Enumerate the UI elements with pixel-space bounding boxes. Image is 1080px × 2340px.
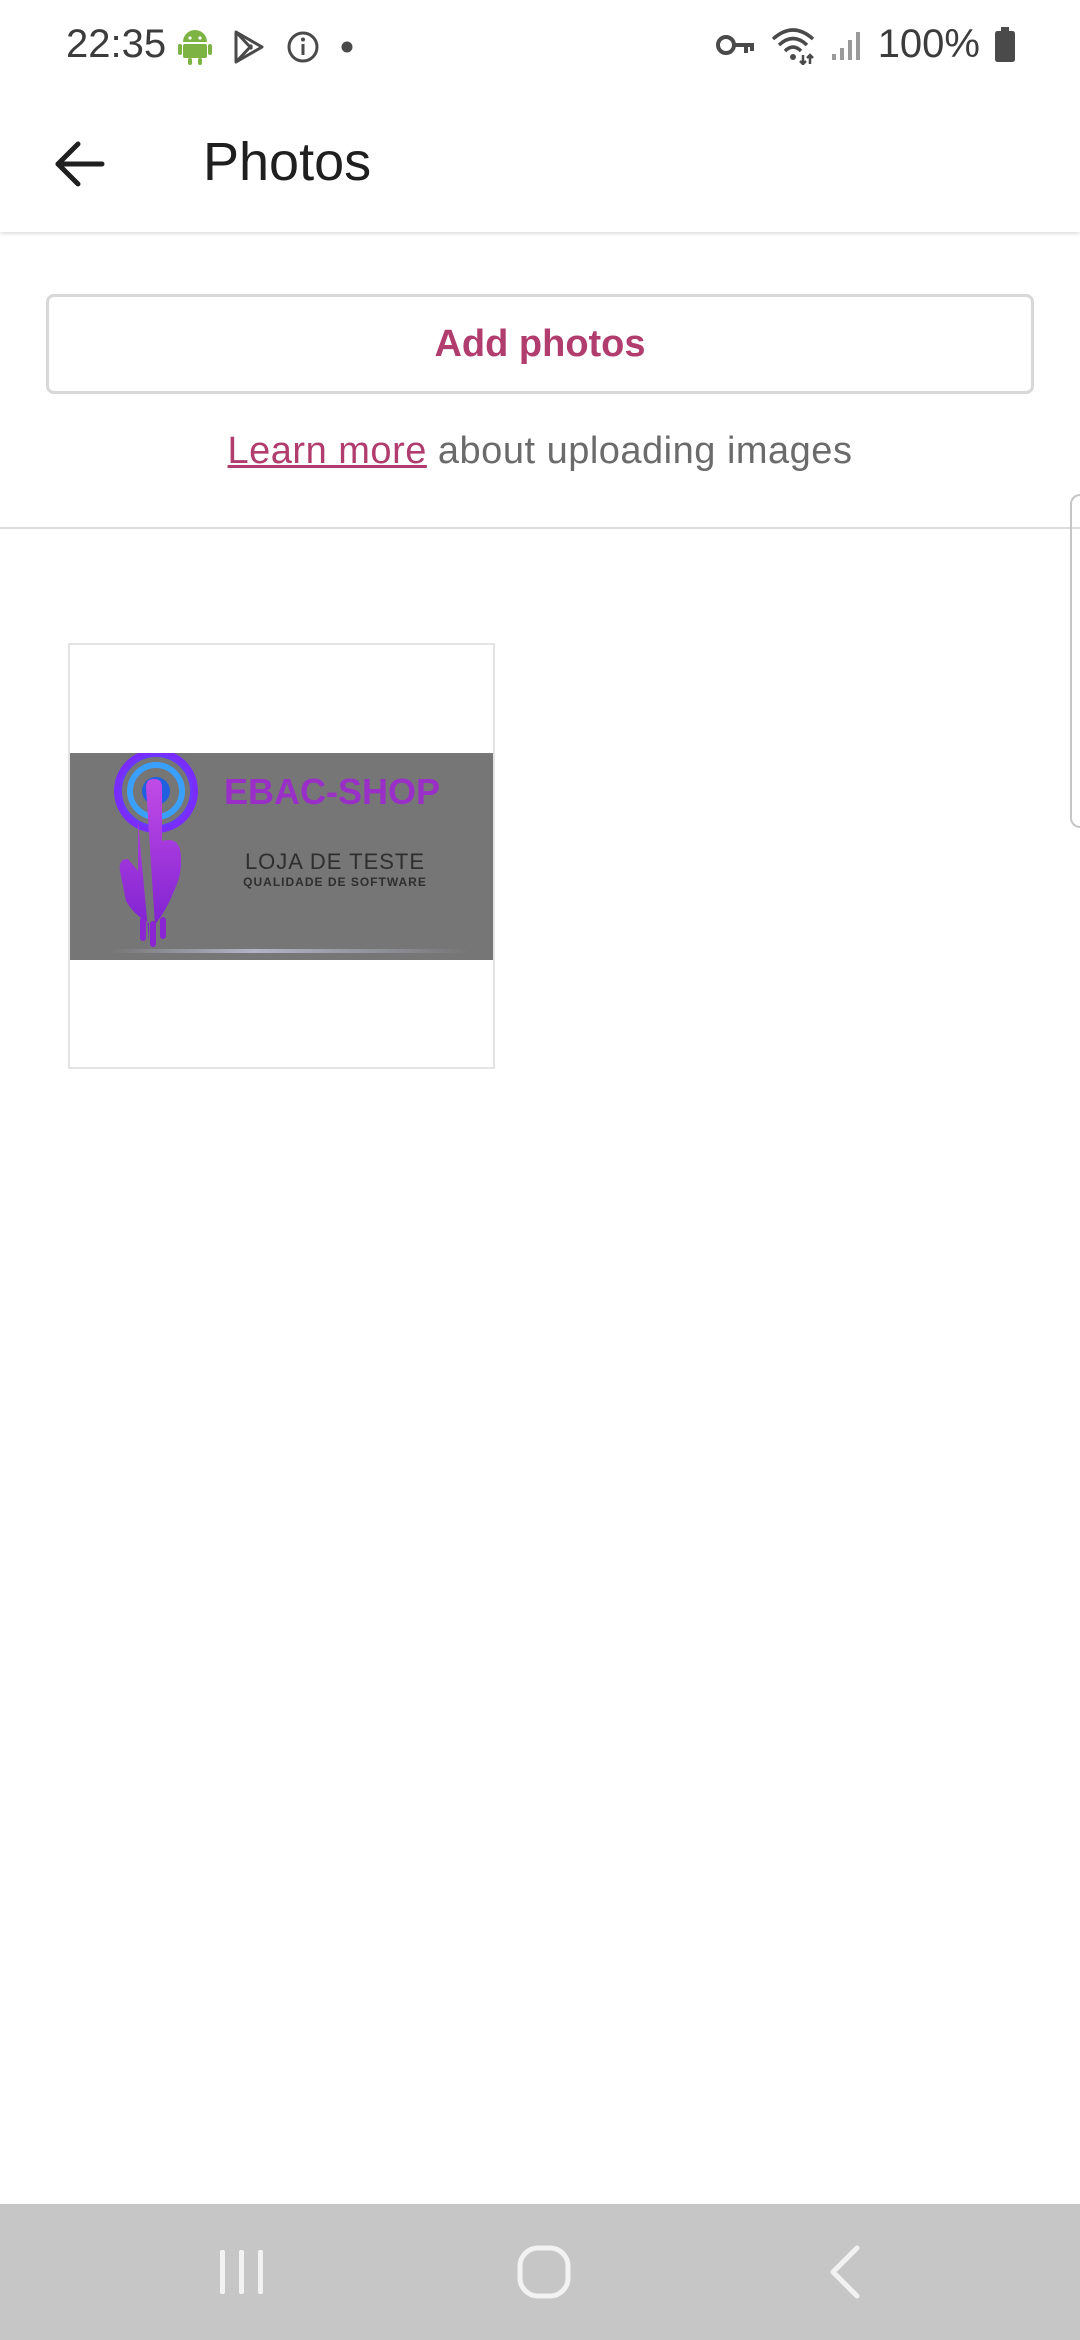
status-time: 22:35: [66, 22, 167, 66]
app-bar: Photos: [0, 96, 1080, 232]
system-nav-bar: [0, 2204, 1080, 2340]
android-icon: [178, 30, 212, 65]
info-icon: [287, 31, 319, 63]
status-bar: 22:35 100%: [0, 0, 1080, 96]
recent-apps-icon: [220, 2250, 263, 2294]
photo-thumbnail: EBAC-SHOP LOJA DE TESTE QUALIDADE DE SOF…: [70, 753, 493, 960]
vpn-key-icon: [715, 34, 754, 55]
pointing-hand-logo-icon: [114, 753, 198, 947]
cell-signal-icon: [831, 31, 860, 60]
photo-subtagline: QUALIDADE DE SOFTWARE: [243, 875, 427, 889]
status-left-icons: [178, 28, 354, 66]
photo-shine: [110, 949, 470, 953]
screen: 22:35 100% Photos Add photos Learn more …: [0, 0, 1080, 2340]
home-icon: [517, 2245, 571, 2299]
battery-percent: 100%: [877, 22, 980, 66]
learn-more-link[interactable]: Learn more: [228, 430, 427, 472]
dot-icon: [341, 41, 353, 53]
photo-brand-text: EBAC-SHOP: [224, 771, 441, 812]
arrow-back-icon: [55, 141, 105, 187]
status-right-icons: 100%: [715, 22, 1016, 67]
recent-apps-button[interactable]: [207, 2242, 277, 2302]
scroll-indicator[interactable]: [1070, 494, 1080, 828]
nav-back-button[interactable]: [810, 2242, 880, 2302]
photo-tile[interactable]: EBAC-SHOP LOJA DE TESTE QUALIDADE DE SOF…: [68, 643, 495, 1069]
section-divider: [0, 527, 1080, 529]
page-title: Photos: [203, 132, 372, 192]
add-photos-button[interactable]: Add photos: [46, 294, 1034, 394]
nav-back-icon: [830, 2245, 860, 2299]
learn-more-text: Learn more about uploading images: [0, 430, 1080, 473]
photo-tagline: LOJA DE TESTE: [244, 849, 426, 874]
back-button[interactable]: [40, 124, 120, 204]
wifi-icon: [771, 27, 814, 65]
battery-icon: [995, 26, 1015, 62]
home-button[interactable]: [509, 2242, 579, 2302]
learn-more-description: about uploading images: [426, 430, 853, 472]
play-store-icon: [234, 30, 264, 64]
